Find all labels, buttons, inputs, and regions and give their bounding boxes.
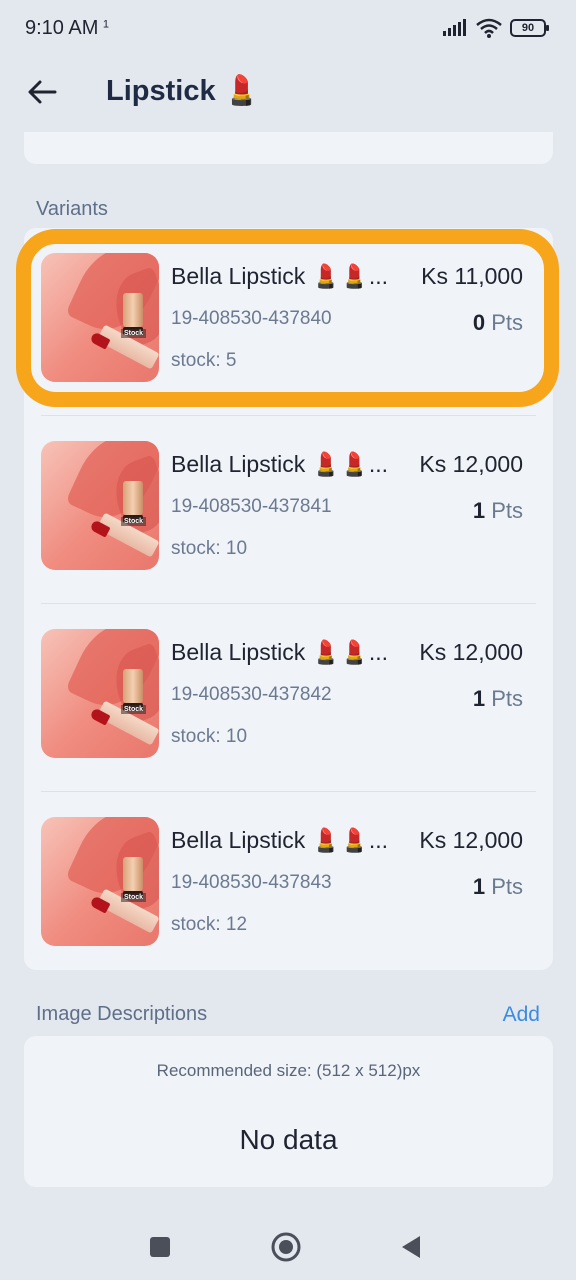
variants-label: Variants bbox=[36, 198, 108, 220]
variant-points-value: 1 bbox=[472, 686, 486, 711]
variant-points: 0 Pts bbox=[473, 310, 523, 336]
recommended-size-text: Recommended size: (512 x 512)px bbox=[156, 1061, 421, 1080]
variant-stock: stock: 5 bbox=[171, 350, 237, 371]
battery-icon: 90 bbox=[510, 19, 549, 37]
variant-name: Bella Lipstick 💄💄... bbox=[171, 639, 389, 665]
thumbnail-stamp: Stock bbox=[121, 705, 147, 714]
image-descriptions-label: Image Descriptions bbox=[36, 1003, 208, 1025]
home-button[interactable] bbox=[269, 1230, 303, 1264]
variant-points: 1 Pts bbox=[473, 874, 523, 900]
variant-sku: 19-408530-437841 bbox=[171, 496, 332, 517]
variant-row[interactable]: Stock Bella Lipstick 💄💄... Ks 12,000 19-… bbox=[41, 604, 536, 792]
variant-points: 1 Pts bbox=[473, 686, 523, 712]
status-icons: 90 bbox=[442, 18, 549, 38]
back-button[interactable] bbox=[22, 72, 62, 112]
status-bar: 9:10 AM 1 90 bbox=[0, 0, 576, 56]
variant-row[interactable]: Stock Bella Lipstick 💄💄... Ks 12,000 19-… bbox=[41, 792, 536, 980]
page-title-text: Lipstick bbox=[106, 75, 216, 107]
arrow-left-icon bbox=[28, 80, 57, 104]
system-nav-bar bbox=[0, 1210, 576, 1280]
variant-sku: 19-408530-437843 bbox=[171, 872, 332, 893]
recents-button[interactable] bbox=[143, 1230, 177, 1264]
variant-name: Bella Lipstick 💄💄... bbox=[171, 263, 389, 289]
variant-stock: stock: 12 bbox=[171, 914, 248, 935]
variant-thumbnail: Stock bbox=[41, 817, 159, 946]
variant-sku: 19-408530-437840 bbox=[171, 308, 332, 329]
triangle-back-icon bbox=[402, 1236, 420, 1258]
circle-icon bbox=[271, 1232, 301, 1262]
variant-row[interactable]: Stock Bella Lipstick 💄💄... Ks 11,000 19-… bbox=[41, 228, 536, 416]
status-time: 9:10 AM 1 bbox=[25, 16, 109, 39]
battery-level: 90 bbox=[521, 22, 535, 34]
empty-state-text: No data bbox=[239, 1124, 338, 1155]
variant-thumbnail: Stock bbox=[41, 629, 159, 758]
page-title: Lipstick 💄 bbox=[106, 74, 260, 108]
variant-points-value: 1 bbox=[472, 498, 486, 523]
variant-row[interactable]: Stock Bella Lipstick 💄💄... Ks 12,000 19-… bbox=[41, 416, 536, 604]
variant-points-unit: Pts bbox=[491, 686, 523, 711]
variant-stock: stock: 10 bbox=[171, 538, 248, 559]
variant-name: Bella Lipstick 💄💄... bbox=[171, 827, 389, 853]
variants-card: Stock Bella Lipstick 💄💄... Ks 11,000 19-… bbox=[24, 228, 553, 970]
thumbnail-stamp: Stock bbox=[121, 893, 147, 902]
thumbnail-stamp: Stock bbox=[121, 517, 147, 526]
variant-price: Ks 12,000 bbox=[419, 639, 523, 665]
variant-thumbnail: Stock bbox=[41, 441, 159, 570]
wifi-icon bbox=[476, 18, 502, 38]
variant-stock: stock: 10 bbox=[171, 726, 248, 747]
variant-price: Ks 12,000 bbox=[419, 827, 523, 853]
variant-points-unit: Pts bbox=[491, 874, 523, 899]
square-icon bbox=[150, 1237, 170, 1257]
thumbnail-stamp: Stock bbox=[121, 329, 147, 338]
variant-name: Bella Lipstick 💄💄... bbox=[171, 451, 389, 477]
signal-icon bbox=[443, 19, 466, 36]
top-card bbox=[24, 132, 553, 164]
variant-price: Ks 11,000 bbox=[421, 263, 523, 289]
app-header: Lipstick 💄 bbox=[0, 56, 576, 132]
variant-points-value: 1 bbox=[472, 874, 486, 899]
variant-points: 1 Pts bbox=[473, 498, 523, 524]
back-nav-button[interactable] bbox=[394, 1230, 428, 1264]
variant-points-unit: Pts bbox=[491, 498, 523, 523]
lipstick-emoji-icon: 💄 bbox=[223, 75, 260, 107]
variant-price: Ks 12,000 bbox=[419, 451, 523, 477]
variant-points-unit: Pts bbox=[491, 310, 523, 335]
status-time-suffix: 1 bbox=[102, 18, 109, 31]
add-image-link[interactable]: Add bbox=[503, 1003, 540, 1027]
variant-thumbnail: Stock bbox=[41, 253, 159, 382]
variant-sku: 19-408530-437842 bbox=[171, 684, 332, 705]
variant-points-value: 0 bbox=[472, 310, 486, 335]
image-descriptions-card: Recommended size: (512 x 512)px No data bbox=[24, 1036, 553, 1187]
